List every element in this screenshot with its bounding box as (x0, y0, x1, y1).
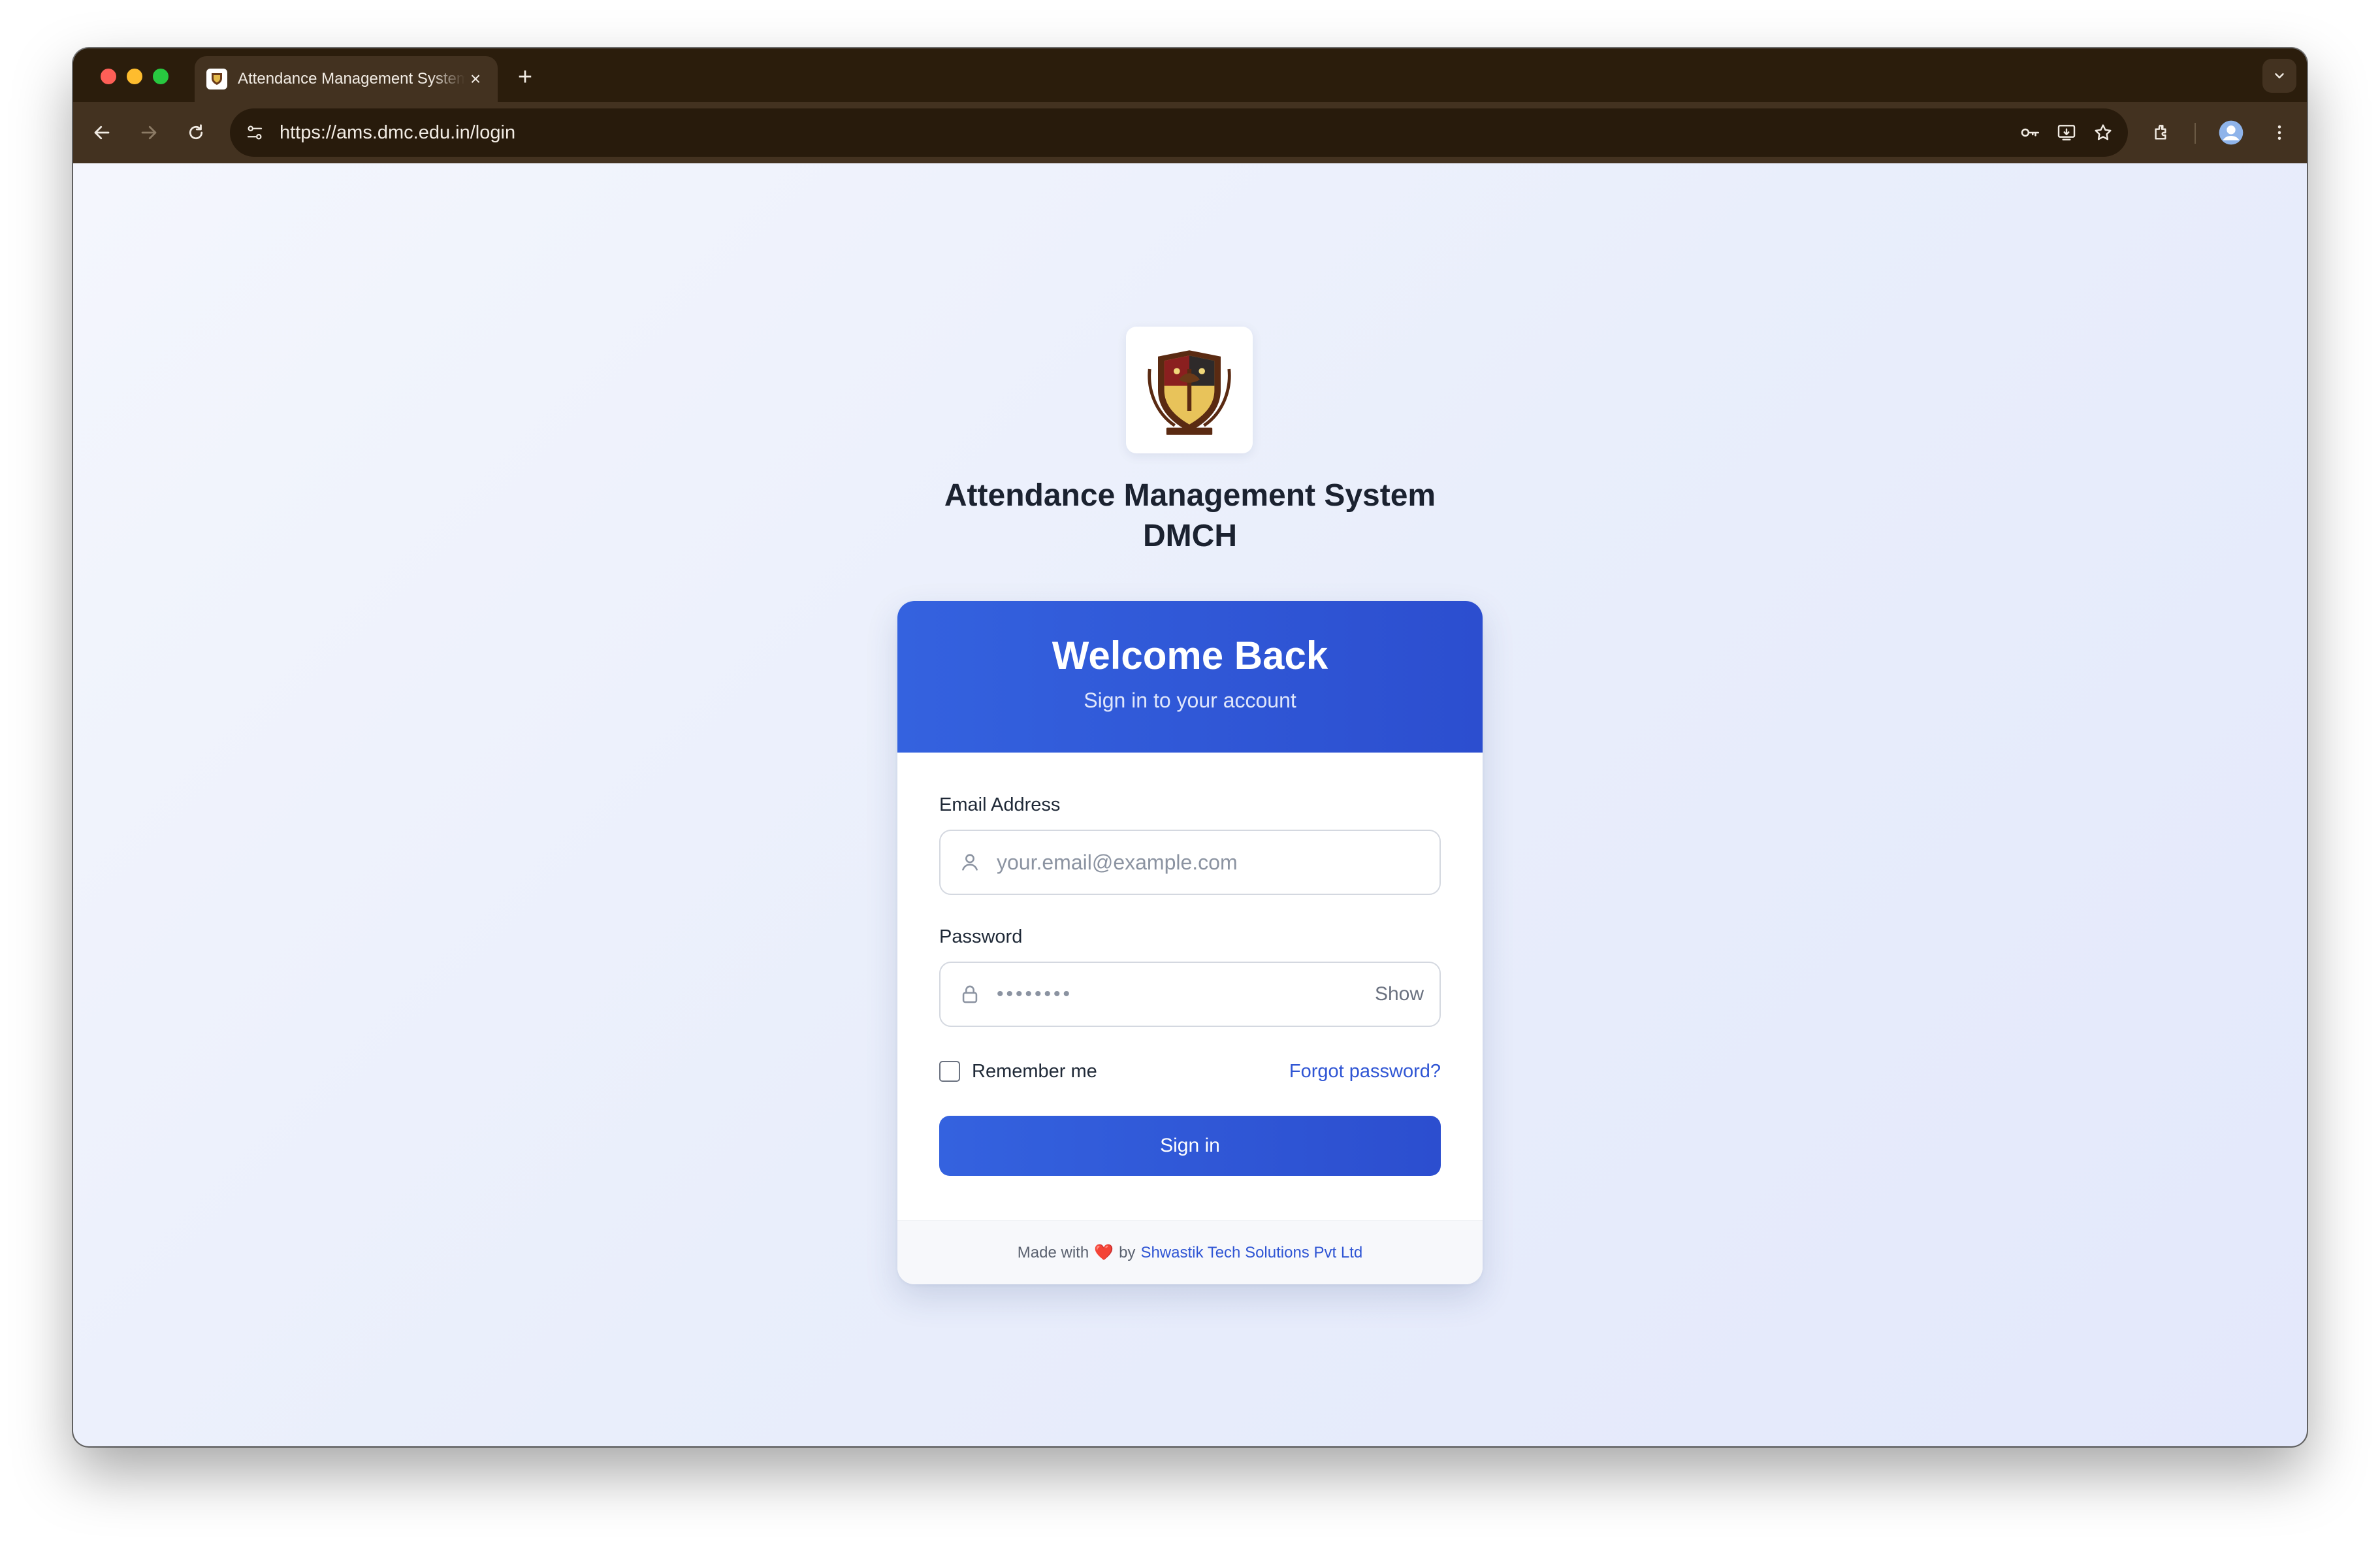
tab-close-icon[interactable]: × (465, 69, 486, 89)
email-field[interactable]: your.email@example.com (939, 830, 1441, 895)
back-icon[interactable] (86, 117, 118, 148)
tab-strip: Attendance Management System DMCH × + (73, 48, 2307, 102)
company-link[interactable]: Shwastik Tech Solutions Pvt Ltd (1140, 1244, 1362, 1262)
login-card-header: Welcome Back Sign in to your account (897, 601, 1483, 753)
login-card: Welcome Back Sign in to your account Ema… (897, 601, 1483, 1284)
reload-icon[interactable] (180, 117, 212, 148)
forgot-password-link[interactable]: Forgot password? (1289, 1061, 1441, 1082)
welcome-subheading: Sign in to your account (1084, 689, 1296, 712)
tab-active[interactable]: Attendance Management System DMCH × (195, 56, 498, 102)
footer-by: by (1119, 1243, 1136, 1261)
install-app-icon[interactable] (2048, 114, 2085, 151)
crest-icon (1148, 350, 1231, 435)
tab-title: Attendance Management System DMCH (238, 70, 465, 88)
bookmark-star-icon[interactable] (2085, 114, 2121, 151)
form-options-row: Remember me Forgot password? (939, 1057, 1441, 1086)
password-label: Password (939, 926, 1023, 947)
address-bar[interactable]: https://ams.dmc.edu.in/login (230, 108, 2128, 157)
login-form: Email Address your.email@example.com Pas… (897, 794, 1483, 1176)
email-label: Email Address (939, 794, 1061, 815)
close-window-button[interactable] (101, 69, 116, 84)
remember-me-checkbox[interactable] (939, 1061, 960, 1082)
lock-icon (956, 981, 984, 1008)
minimize-window-button[interactable] (127, 69, 142, 84)
heart-icon: ❤️ (1094, 1244, 1114, 1261)
url-text[interactable]: https://ams.dmc.edu.in/login (280, 122, 515, 144)
page-title: Attendance Management System DMCH (863, 476, 1517, 557)
welcome-heading: Welcome Back (1052, 634, 1328, 677)
card-footer: Made with ❤️ by Shwastik Tech Solutions … (897, 1220, 1483, 1284)
remember-me[interactable]: Remember me (939, 1061, 1097, 1082)
favicon-icon (206, 69, 227, 89)
browser-toolbar: https://ams.dmc.edu.in/login (73, 102, 2307, 163)
email-input[interactable]: your.email@example.com (997, 851, 1424, 875)
site-settings-icon[interactable] (239, 117, 270, 148)
extensions-icon[interactable] (2144, 114, 2180, 151)
footer-made-with: Made with (1017, 1243, 1089, 1261)
password-input[interactable]: •••••••• (997, 983, 1375, 1005)
page-title-line2: DMCH (1143, 519, 1237, 553)
maximize-window-button[interactable] (153, 69, 169, 84)
profile-avatar[interactable] (2213, 114, 2249, 151)
remember-me-label[interactable]: Remember me (972, 1061, 1097, 1082)
college-logo (1126, 327, 1253, 453)
password-field[interactable]: •••••••• Show (939, 962, 1441, 1027)
toolbar-separator (2195, 123, 2196, 144)
more-menu-icon[interactable] (2261, 114, 2298, 151)
page-content: Attendance Management System DMCH Welcom… (73, 163, 2307, 1446)
show-password-button[interactable]: Show (1375, 983, 1424, 1005)
password-key-icon[interactable] (2012, 114, 2048, 151)
page-title-line1: Attendance Management System (944, 478, 1436, 513)
tab-list-chevron-icon[interactable] (2262, 59, 2296, 93)
new-tab-icon[interactable]: + (511, 63, 539, 91)
browser-window: Attendance Management System DMCH × + ht… (73, 48, 2307, 1446)
sign-in-button[interactable]: Sign in (939, 1116, 1441, 1176)
forward-icon[interactable] (133, 117, 165, 148)
user-icon (956, 849, 984, 876)
